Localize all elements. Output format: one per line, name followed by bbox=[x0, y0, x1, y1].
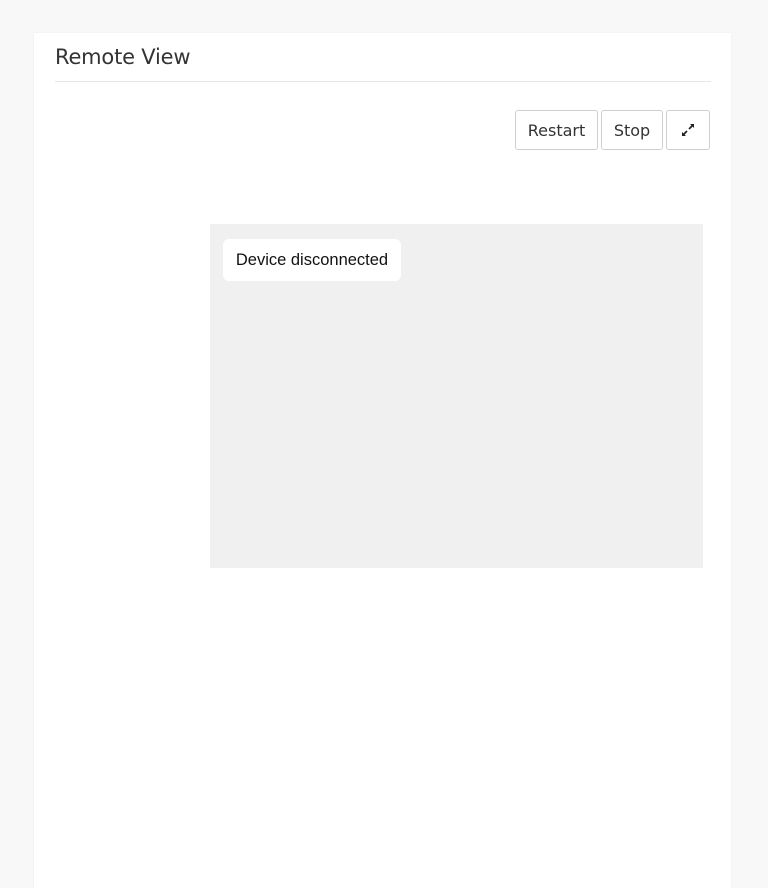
fullscreen-button[interactable] bbox=[666, 110, 710, 150]
expand-icon bbox=[682, 124, 694, 136]
device-screen-viewport[interactable]: Device disconnected bbox=[210, 224, 703, 568]
remote-view-panel: Remote View Restart Stop Device disconne… bbox=[34, 33, 731, 888]
restart-button[interactable]: Restart bbox=[515, 110, 598, 150]
device-status-message: Device disconnected bbox=[223, 239, 401, 281]
panel-title: Remote View bbox=[55, 45, 191, 69]
panel-header: Remote View bbox=[55, 33, 711, 82]
stop-button[interactable]: Stop bbox=[601, 110, 663, 150]
remote-view-toolbar: Restart Stop bbox=[515, 110, 710, 150]
